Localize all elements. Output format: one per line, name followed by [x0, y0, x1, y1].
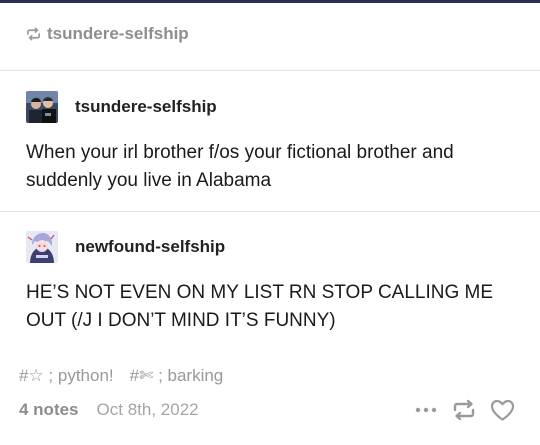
tags: #☆ ; python! #✄ ; barking	[19, 366, 223, 386]
avatar[interactable]	[26, 91, 58, 123]
post-date: Oct 8th, 2022	[96, 400, 199, 419]
post-2: newfound-selfship HE’S NOT EVEN ON MY LI…	[26, 231, 516, 335]
avatar[interactable]	[26, 231, 58, 263]
divider	[0, 70, 540, 71]
post-text: HE’S NOT EVEN ON MY LIST RN STOP CALLING…	[26, 282, 494, 331]
post-text: When your irl brother f/os your fictiona…	[26, 142, 454, 191]
top-accent-bar	[0, 0, 540, 3]
reblog-icon	[26, 27, 41, 41]
divider	[0, 211, 540, 212]
reblog-username[interactable]: tsundere-selfship	[47, 24, 189, 44]
notes-count[interactable]: 4 notes	[19, 400, 79, 420]
post-footer: 4 notes Oct 8th, 2022	[19, 399, 515, 421]
tag[interactable]: #✄ ; barking	[130, 366, 224, 386]
tag[interactable]: #☆ ; python!	[19, 366, 114, 386]
post-username[interactable]: newfound-selfship	[75, 237, 225, 257]
more-icon[interactable]	[414, 406, 438, 414]
reblog-header[interactable]: tsundere-selfship	[26, 24, 189, 44]
reblog-icon[interactable]	[452, 399, 476, 421]
like-icon[interactable]	[490, 399, 515, 421]
post-username[interactable]: tsundere-selfship	[75, 97, 217, 117]
post-1: tsundere-selfship When your irl brother …	[26, 91, 516, 195]
post-actions	[414, 399, 515, 421]
